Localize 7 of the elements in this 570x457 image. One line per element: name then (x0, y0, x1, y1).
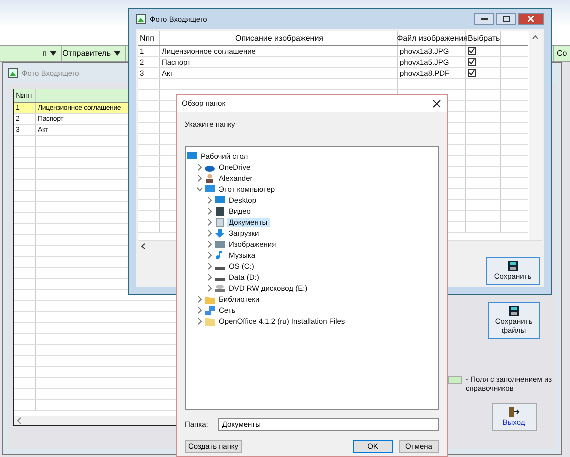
column-header: Nпп (138, 31, 160, 45)
column-header: Выбрать (466, 31, 501, 45)
column-header[interactable]: п (0, 46, 62, 61)
column-header[interactable]: Отправитель (62, 46, 126, 61)
column-header: Файл изображения (398, 31, 466, 45)
column-header[interactable]: Со (553, 46, 570, 61)
column-header: Описание изображения (160, 31, 398, 45)
